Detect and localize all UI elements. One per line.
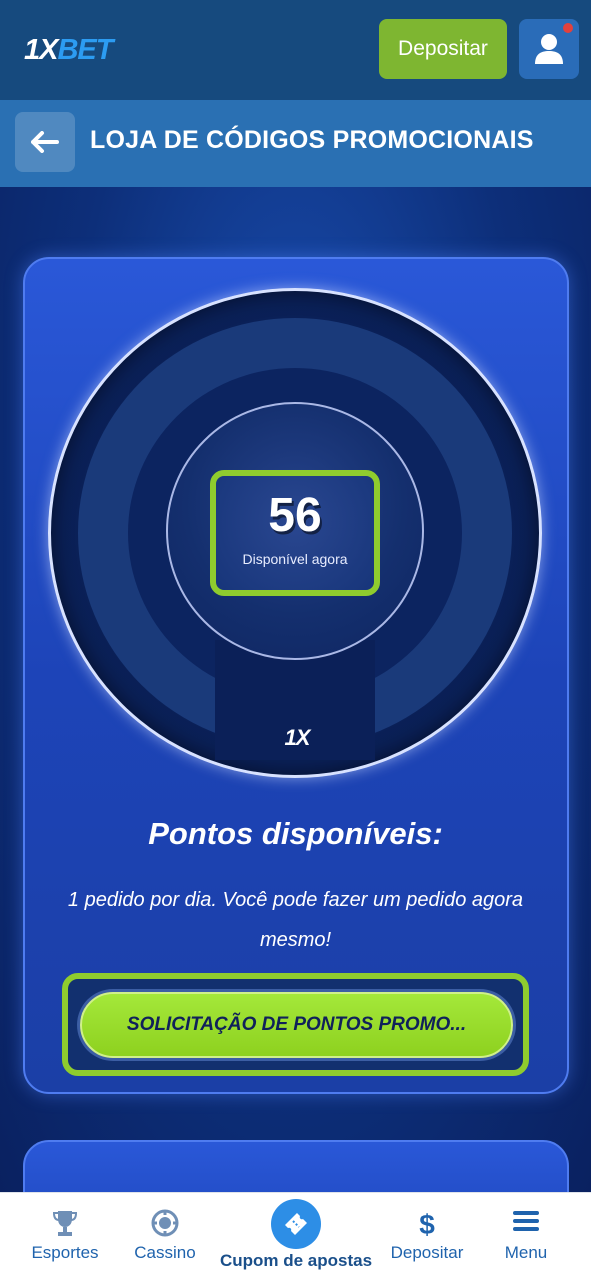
dial-logo: 1X [284,725,311,750]
points-caption: Disponível agora [242,551,348,567]
points-value: 56 [268,489,322,542]
page-title: LOJA DE CÓDIGOS PROMOCIONAIS [90,126,534,154]
profile-button[interactable] [519,19,579,79]
nav-item-menu[interactable]: Menu [484,1193,568,1280]
nav-label-deposit: Depositar [390,1243,464,1262]
nav-label-menu: Menu [504,1243,548,1262]
deposit-button[interactable]: Depositar [379,19,507,79]
available-points-box: 56 Disponível agora [210,470,380,596]
back-button[interactable] [15,112,75,172]
request-promo-points-button[interactable]: SOLICITAÇÃO DE PONTOS PROMO... [80,992,513,1058]
nav-item-bet-slip[interactable]: Cupom de apostas [214,1193,378,1280]
top-bar: 1X BET Depositar [0,0,591,100]
ticket-icon [285,1213,307,1235]
brand-prefix: 1X [24,33,58,66]
section-description: 1 pedido por dia. Você pode fazer um ped… [67,889,524,951]
dollar-icon: $ [419,1209,435,1239]
section-title: Pontos disponíveis: [148,816,443,851]
nav-item-sports[interactable]: Esportes [14,1193,116,1280]
user-icon [535,34,563,64]
svg-text:$: $ [419,1209,435,1239]
page-header: LOJA DE CÓDIGOS PROMOCIONAIS [0,100,591,187]
nav-item-deposit[interactable]: $ Depositar [380,1193,474,1280]
notification-dot [563,23,573,33]
nav-label-sports: Esportes [31,1243,99,1262]
arrow-left-icon [31,131,59,153]
trophy-icon [52,1211,78,1236]
nav-item-casino[interactable]: Cassino [124,1193,206,1280]
nav-label-casino: Cassino [134,1243,196,1262]
brand-logo[interactable]: 1X BET [24,30,113,70]
bet-slip-bubble [271,1199,321,1249]
bottom-navigation: Esportes Cassino Cupom de apostas $ Depo… [0,1192,591,1280]
brand-suffix: BET [57,33,113,66]
casino-chip-icon [151,1209,179,1237]
nav-label-bet-slip: Cupom de apostas [219,1251,373,1270]
menu-icon [513,1211,539,1231]
